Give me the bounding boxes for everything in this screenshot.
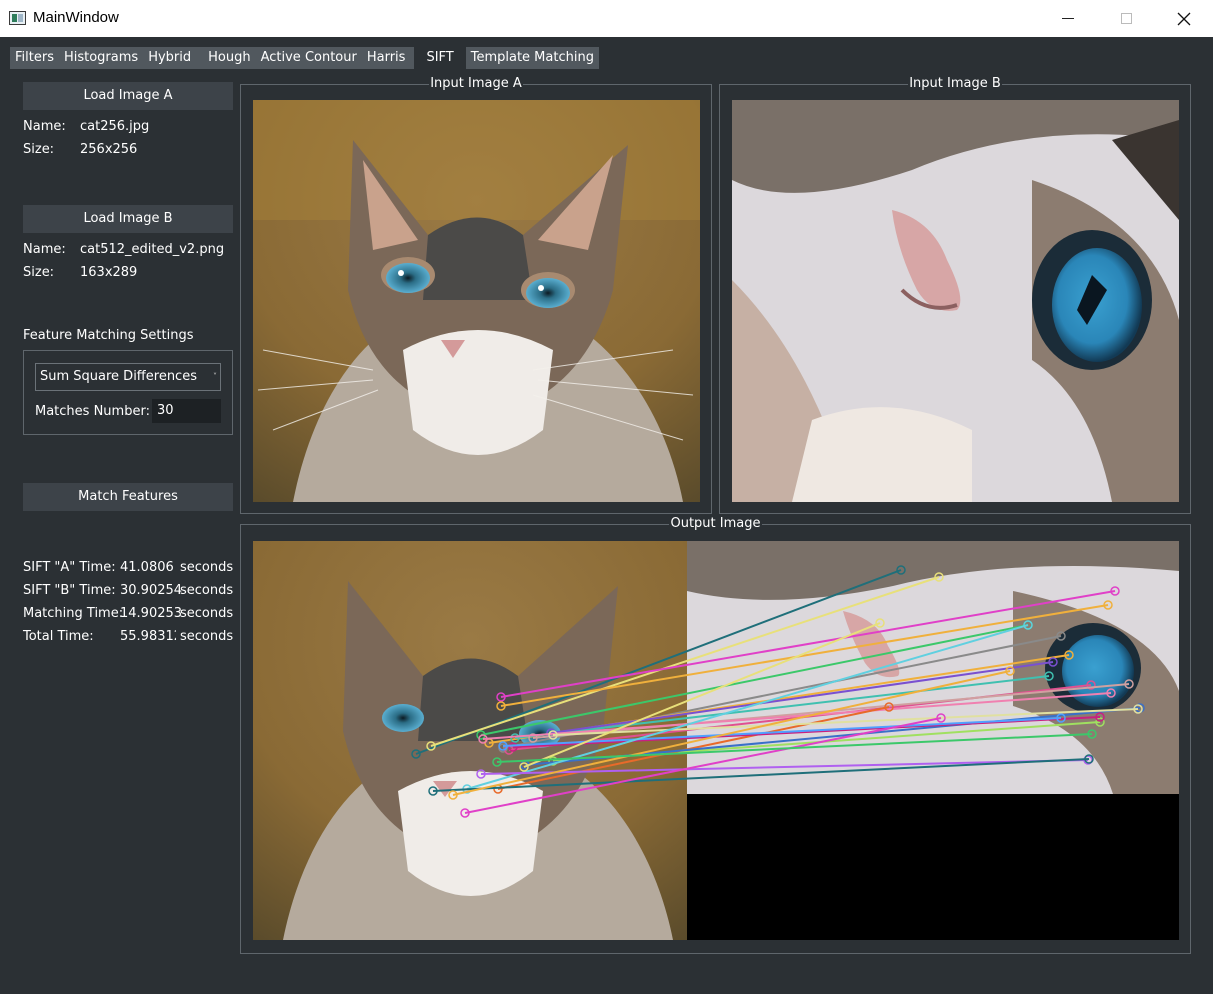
- maximize-button[interactable]: [1097, 0, 1155, 37]
- timing-value: 41.0806: [120, 560, 174, 575]
- app-icon: [9, 11, 26, 25]
- tab-template-matching[interactable]: Template Matching: [465, 47, 599, 69]
- timing-label: Total Time:: [23, 629, 94, 644]
- input-image-a-group: Input Image A: [240, 76, 712, 514]
- input-image-a-title: Input Image A: [429, 76, 523, 91]
- tab-bar: Filters Histograms Hybrid Hough Active C…: [10, 47, 599, 69]
- close-button[interactable]: [1155, 0, 1213, 37]
- timing-value: 55.98312: [120, 629, 176, 644]
- output-image-group: Output Image: [240, 516, 1191, 954]
- cat-image-b: [732, 100, 1179, 502]
- load-image-a-button[interactable]: Load Image A: [23, 82, 233, 110]
- maximize-icon: [1120, 13, 1132, 24]
- image-b-name-value: cat512_edited_v2.png: [80, 242, 225, 257]
- close-icon: [1177, 12, 1191, 25]
- image-a-name-value: cat256.jpg: [80, 119, 150, 134]
- tab-hough[interactable]: Hough: [203, 47, 256, 69]
- timing-label: SIFT "B" Time:: [23, 583, 116, 598]
- matching-method-value: Sum Square Differences: [40, 369, 197, 384]
- tab-harris[interactable]: Harris: [361, 47, 415, 69]
- timing-unit: seconds: [180, 606, 234, 621]
- matches-number-label: Matches Number:: [35, 404, 150, 419]
- cat-image-a: [253, 100, 700, 502]
- matching-method-select[interactable]: Sum Square Differences ˅: [35, 363, 221, 391]
- load-image-b-button[interactable]: Load Image B: [23, 205, 233, 233]
- timing-value: 30.90254: [120, 583, 183, 598]
- settings-title: Feature Matching Settings: [23, 328, 194, 343]
- match-features-button[interactable]: Match Features: [23, 483, 233, 511]
- input-image-a: [253, 100, 700, 502]
- output-image-title: Output Image: [669, 516, 762, 531]
- tab-histograms[interactable]: Histograms: [58, 47, 144, 69]
- image-b-size-value: 163x289: [80, 265, 138, 280]
- input-image-b-title: Input Image B: [908, 76, 1002, 91]
- matches-number-input[interactable]: 30: [152, 399, 221, 423]
- minimize-icon: [1062, 18, 1074, 19]
- matches-visualization: [253, 541, 1179, 940]
- window-title: MainWindow: [33, 9, 119, 26]
- tab-active-contour[interactable]: Active Contour: [255, 47, 362, 69]
- timing-value: 14.90253: [120, 606, 183, 621]
- settings-box: Sum Square Differences ˅ Matches Number:…: [23, 350, 233, 435]
- timing-unit: seconds: [180, 560, 234, 575]
- image-a-size-label: Size:: [23, 142, 55, 157]
- dropdown-caret-icon: ˅: [213, 372, 217, 381]
- timing-unit: seconds: [180, 629, 234, 644]
- input-image-b-group: Input Image B: [719, 76, 1191, 514]
- output-image: [253, 541, 1179, 940]
- timing-label: SIFT "A" Time:: [23, 560, 116, 575]
- input-image-b: [732, 100, 1179, 502]
- image-a-name-label: Name:: [23, 119, 66, 134]
- image-a-size-value: 256x256: [80, 142, 138, 157]
- minimize-button[interactable]: [1039, 0, 1097, 37]
- timing-unit: seconds: [180, 583, 234, 598]
- tab-hybrid[interactable]: Hybrid: [143, 47, 204, 69]
- title-bar: MainWindow: [0, 0, 1213, 37]
- tab-filters[interactable]: Filters: [10, 47, 59, 69]
- image-b-size-label: Size:: [23, 265, 55, 280]
- image-b-name-label: Name:: [23, 242, 66, 257]
- tab-sift[interactable]: SIFT: [414, 47, 466, 69]
- timing-label: Matching Time:: [23, 606, 124, 621]
